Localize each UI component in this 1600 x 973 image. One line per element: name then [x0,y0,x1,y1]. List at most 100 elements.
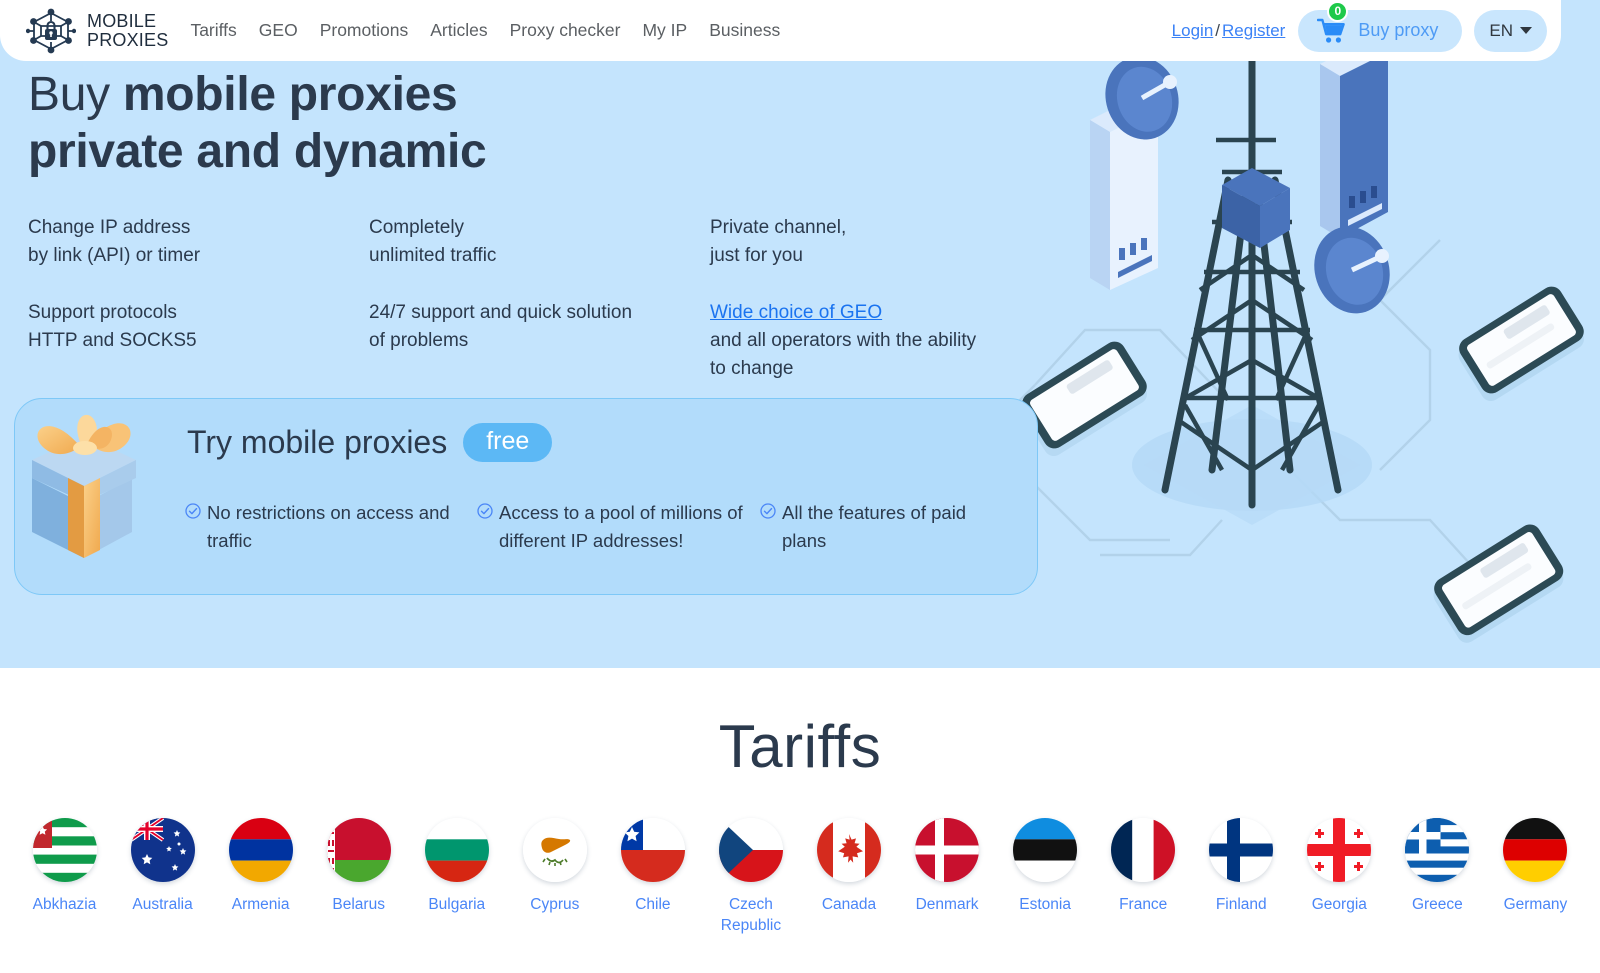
country-item-abkhazia[interactable]: Abkhazia [18,818,111,915]
flag-icon-chile [620,818,685,882]
buy-proxy-button[interactable]: 0 Buy proxy [1298,0,1463,52]
hero-features: Change IP address by link (API) or timer… [28,214,1038,383]
language-selector[interactable]: EN [1474,9,1547,52]
check-circle-icon [477,503,493,519]
country-item-chile[interactable]: Chile [606,818,699,915]
promo-benefit-item: Access to a pool of millions of differen… [477,499,760,555]
feature-line1: 24/7 support and quick solution [369,302,633,323]
feature-line1: Private channel, [710,217,847,238]
country-name: Germany [1503,896,1568,913]
shopping-cart-icon [1317,18,1346,43]
nav-item-promotions[interactable]: Promotions [320,20,409,41]
country-name: Canada [821,896,877,913]
country-item-france[interactable]: France [1097,818,1190,915]
feature-item: Support protocols HTTP and SOCKS5 [28,299,369,383]
promo-header: Try mobile proxies free [187,423,553,462]
country-item-australia[interactable]: Australia [116,818,209,915]
language-label: EN [1489,20,1513,40]
site-header: MOBILE PROXIES Tariffs GEO Promotions Ar… [0,0,1561,61]
country-name: Bulgaria [428,896,486,913]
flag-icon-belarus [326,818,391,882]
check-circle-icon [185,503,201,519]
feature-item: 24/7 support and quick solution of probl… [369,299,710,383]
cart-count-badge: 0 [1327,0,1349,22]
flag-icon-bulgaria [424,818,489,882]
hero-title-part2: mobile proxies [122,68,458,121]
feature-line1: Change IP address [28,217,191,238]
feature-line2: to change [710,358,794,379]
country-item-greece[interactable]: Greece [1391,818,1484,915]
country-item-armenia[interactable]: Armenia [214,818,307,915]
country-item-cyprus[interactable]: Cyprus [508,818,601,915]
nav-item-proxy-checker[interactable]: Proxy checker [510,20,621,41]
country-item-denmark[interactable]: Denmark [901,818,994,915]
country-name: Armenia [231,896,290,913]
country-name: Georgia [1311,896,1367,913]
feature-item: Completely unlimited traffic [369,214,710,270]
feature-line1: and all operators with the ability [710,330,977,351]
feature-line1: Support protocols [28,302,177,323]
flag-icon-czech-republic [718,818,783,882]
country-item-czech-republic[interactable]: Czech Republic [704,818,797,936]
feature-item: Change IP address by link (API) or timer [28,214,369,270]
feature-line2: by link (API) or timer [28,245,201,266]
promo-benefit-item: No restrictions on access and traffic [185,499,477,555]
feature-item-geo: Wide choice of GEO and all operators wit… [710,299,1038,383]
country-item-germany[interactable]: Germany [1489,818,1582,915]
logo-line-1: MOBILE [87,10,157,31]
auth-links: Login / Register [1172,21,1286,41]
hero-title-part1: Buy [28,68,123,121]
auth-separator: / [1215,20,1221,40]
country-item-finland[interactable]: Finland [1195,818,1288,915]
flag-icon-germany [1503,818,1568,882]
flag-icon-australia [130,818,195,882]
feature-line2: unlimited traffic [369,245,497,266]
flag-icon-georgia [1307,818,1372,882]
country-name: Denmark [915,896,979,913]
country-item-georgia[interactable]: Georgia [1293,818,1386,915]
promo-benefit-text: Access to a pool of millions of differen… [499,502,743,551]
promo-title: Try mobile proxies [187,424,448,460]
country-flags-list: Abkhazia Australia Armenia Belarus Bulga… [18,818,1582,936]
country-name: France [1119,896,1168,913]
promo-benefit-item: All the features of paid plans [760,499,1000,555]
feature-line1: Completely [369,217,465,238]
feature-line2: just for you [710,245,803,266]
country-item-belarus[interactable]: Belarus [312,818,405,915]
gift-box-icon [32,414,136,558]
wide-choice-of-geo-link[interactable]: Wide choice of GEO [710,302,882,323]
landing-page: Buy mobile proxies private and dynamic C… [0,0,1600,973]
logo[interactable]: MOBILE PROXIES [26,6,168,56]
country-name: Cyprus [530,896,580,913]
chevron-down-icon [1520,27,1532,34]
buy-proxy-label: Buy proxy [1358,20,1439,40]
country-name: Belarus [332,896,385,913]
country-name: Estonia [1019,896,1071,913]
flag-icon-greece [1405,818,1470,882]
nav-item-business[interactable]: Business [709,20,780,41]
hexagon-lock-logo-icon [26,8,76,53]
country-name: Czech Republic [720,896,782,934]
nav-item-articles[interactable]: Articles [430,20,487,41]
country-item-bulgaria[interactable]: Bulgaria [410,818,503,915]
main-navigation: Tariffs GEO Promotions Articles Proxy ch… [190,20,780,41]
country-item-canada[interactable]: Canada [803,818,896,915]
cell-tower-illustration [1018,0,1584,643]
flag-icon-cyprus [522,818,587,882]
hero-section: Buy mobile proxies private and dynamic C… [0,0,1600,668]
nav-item-tariffs[interactable]: Tariffs [190,20,236,41]
flag-icon-abkhazia [32,818,97,882]
nav-item-my-ip[interactable]: My IP [642,20,687,41]
login-link[interactable]: Login [1172,21,1214,40]
country-item-estonia[interactable]: Estonia [999,818,1092,915]
check-circle-icon [760,503,776,519]
promo-benefit-text: All the features of paid plans [782,502,967,551]
register-link[interactable]: Register [1222,21,1285,40]
logo-line-2: PROXIES [87,29,169,50]
flag-icon-denmark [915,818,980,882]
nav-item-geo[interactable]: GEO [259,20,298,41]
free-trial-promo-card: Try mobile proxies free No restrictions … [14,398,1038,595]
header-actions: Login / Register 0 Buy proxy EN [1172,0,1561,52]
tariffs-section-title: Tariffs [718,713,882,780]
country-name: Chile [635,896,671,913]
